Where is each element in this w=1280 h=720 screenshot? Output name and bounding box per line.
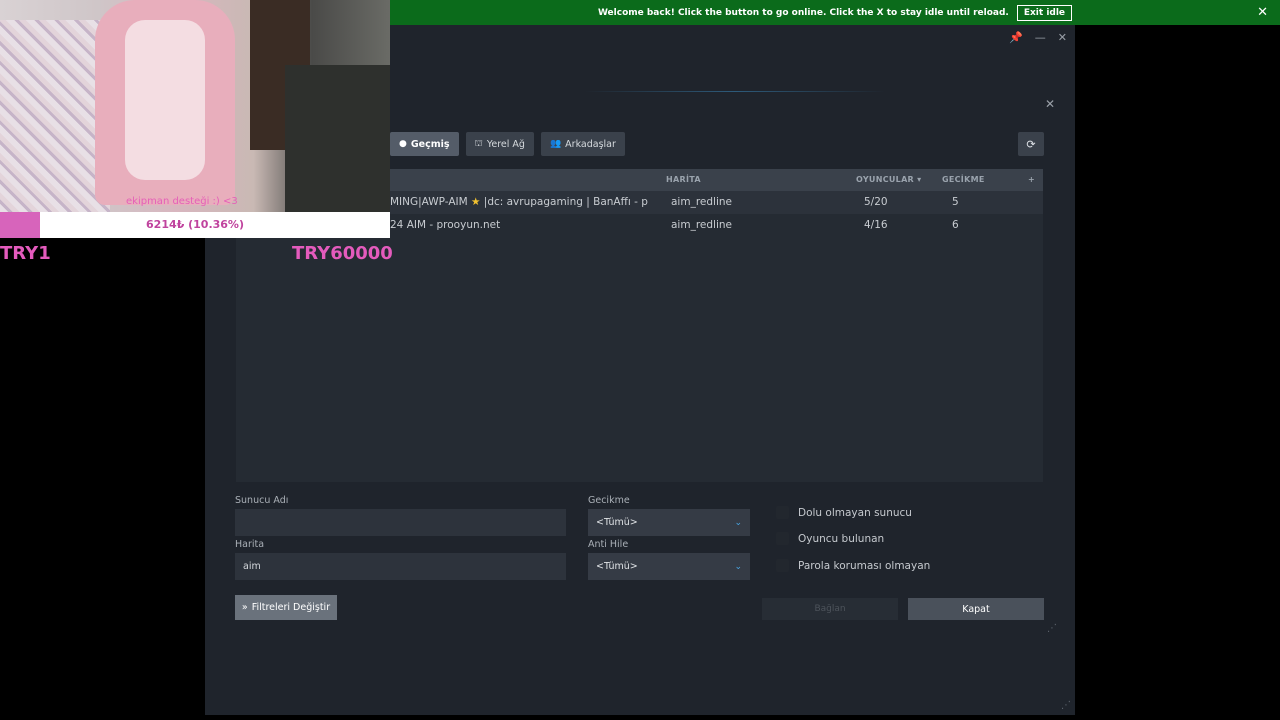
webcam-caption: ekipman desteği :) <3	[126, 196, 238, 207]
no-password-label: Parola koruması olmayan	[798, 559, 931, 572]
latency-select[interactable]: <Tümü> ⌄	[588, 509, 750, 536]
tab-history-label: Geçmiş	[410, 138, 450, 150]
webcam-bed	[0, 20, 110, 212]
header-divider	[585, 91, 885, 92]
latency-label: Gecikme	[588, 495, 630, 506]
network-icon: ⛫	[474, 138, 483, 149]
webcam-desk	[285, 65, 390, 212]
checkbox-box	[776, 559, 789, 572]
window-controls: 📌 — ✕	[1009, 31, 1067, 44]
server-name-label: Sunucu Adı	[235, 495, 289, 506]
donation-progress: 6214₺ (10.36%)	[0, 212, 390, 238]
checkbox-box	[776, 532, 789, 545]
server-latency: 6	[952, 219, 959, 231]
tab-bar: ● Geçmiş ⛫ Yerel Ağ 👥 Arkadaşlar	[390, 132, 625, 156]
no-password-checkbox[interactable]: Parola koruması olmayan	[776, 559, 930, 572]
window-close-icon[interactable]: ✕	[1058, 31, 1067, 44]
tab-lan[interactable]: ⛫ Yerel Ağ	[465, 132, 534, 156]
minimize-icon[interactable]: —	[1035, 31, 1046, 44]
dialog-close-icon[interactable]: ✕	[1045, 97, 1055, 111]
webcam-overlay: ekipman desteği :) <3	[0, 0, 390, 212]
server-name: MING|AWP-AIM ★ |dc: avrupagaming | BanAf…	[390, 196, 648, 208]
double-chevron-down-icon: »	[241, 602, 248, 613]
donation-min-label: TRY1	[0, 243, 51, 264]
server-players: 5/20	[864, 196, 888, 208]
not-full-label: Dolu olmayan sunucu	[798, 506, 912, 519]
server-map: aim_redline	[671, 196, 732, 208]
map-label: Harita	[235, 539, 265, 550]
server-latency: 5	[952, 196, 959, 208]
close-banner-icon[interactable]: ✕	[1257, 5, 1268, 20]
tab-friends[interactable]: 👥 Arkadaşlar	[540, 132, 625, 156]
map-input[interactable]: aim	[235, 553, 566, 580]
column-players[interactable]: OYUNCULAR ▾	[856, 175, 921, 184]
friends-icon: 👥	[549, 139, 562, 149]
refresh-icon: ⟳	[1026, 137, 1036, 151]
server-name-input[interactable]	[235, 509, 566, 536]
refresh-button[interactable]: ⟳	[1018, 132, 1044, 156]
has-players-label: Oyuncu bulunan	[798, 532, 885, 545]
donation-progress-text: 6214₺ (10.36%)	[146, 218, 244, 231]
chevron-down-icon: ⌄	[734, 517, 742, 528]
connect-button[interactable]: Bağlan	[762, 598, 898, 620]
server-players: 4/16	[864, 219, 888, 231]
tab-lan-label: Yerel Ağ	[486, 138, 525, 150]
column-map[interactable]: HARİTA	[666, 175, 701, 184]
resize-grip-icon[interactable]: ⋰	[1047, 623, 1057, 634]
column-latency[interactable]: GECİKME	[942, 175, 985, 184]
change-filters-label: Filtreleri Değiştir	[251, 602, 331, 613]
window-resize-grip-icon[interactable]: ⋰	[1061, 700, 1071, 711]
add-column-icon[interactable]: +	[1028, 175, 1035, 184]
tab-history[interactable]: ● Geçmiş	[390, 132, 459, 156]
server-name: 24 AIM - prooyun.net	[390, 219, 501, 231]
not-full-checkbox[interactable]: Dolu olmayan sunucu	[776, 506, 912, 519]
anticheat-label: Anti Hile	[588, 539, 629, 550]
chevron-down-icon: ⌄	[734, 561, 742, 572]
pin-icon[interactable]: 📌	[1009, 31, 1023, 44]
has-players-checkbox[interactable]: Oyuncu bulunan	[776, 532, 884, 545]
donation-max-label: TRY60000	[292, 243, 393, 264]
anticheat-select[interactable]: <Tümü> ⌄	[588, 553, 750, 580]
close-button[interactable]: Kapat	[908, 598, 1044, 620]
tab-friends-label: Arkadaşlar	[565, 138, 616, 150]
anticheat-value: <Tümü>	[596, 561, 638, 572]
webcam-chair-seat	[125, 20, 205, 180]
checkbox-box	[776, 506, 789, 519]
change-filters-button[interactable]: » Filtreleri Değiştir	[235, 595, 337, 620]
idle-message: Welcome back! Click the button to go onl…	[597, 7, 1009, 18]
server-map: aim_redline	[671, 219, 732, 231]
exit-idle-button[interactable]: Exit idle	[1016, 4, 1073, 21]
clock-icon: ●	[399, 139, 407, 149]
idle-banner: Welcome back! Click the button to go onl…	[390, 0, 1280, 25]
latency-value: <Tümü>	[596, 517, 638, 528]
